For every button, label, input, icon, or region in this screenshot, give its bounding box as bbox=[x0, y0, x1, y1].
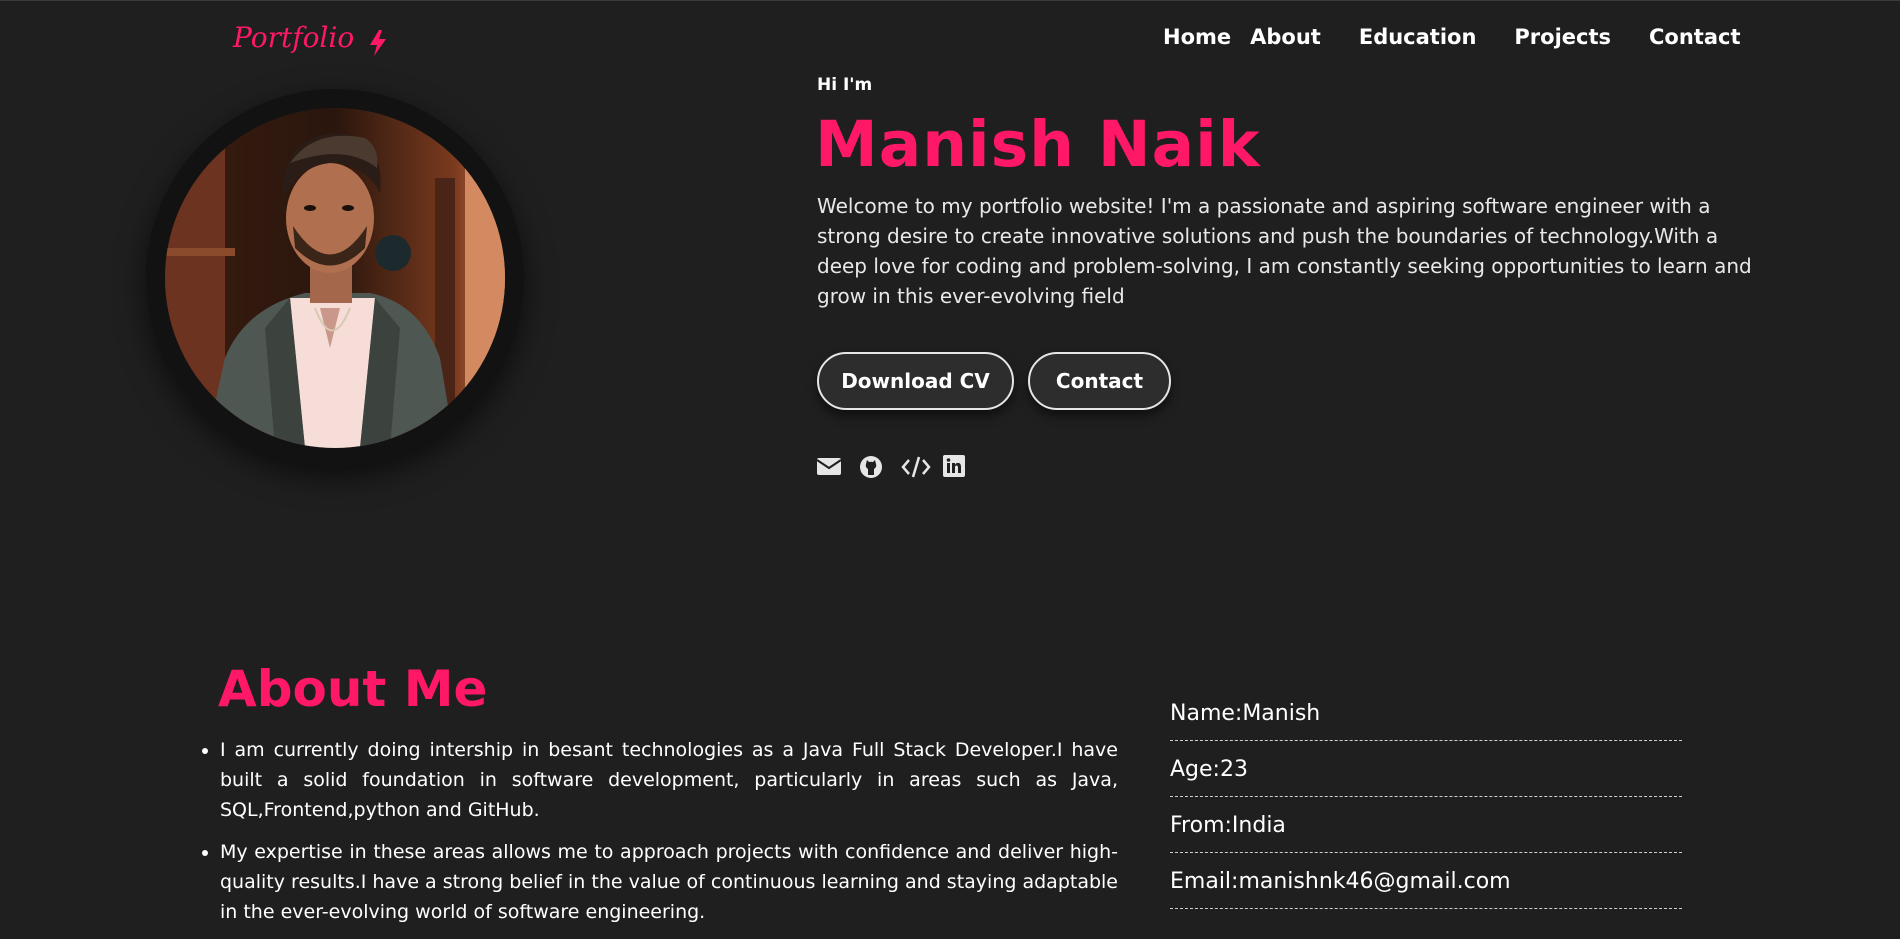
hero-greeting: Hi I'm bbox=[817, 75, 873, 95]
linkedin-icon[interactable] bbox=[943, 455, 969, 479]
profile-photo-frame bbox=[146, 89, 524, 467]
hero-intro: Welcome to my portfolio website! I'm a p… bbox=[817, 194, 1752, 308]
info-from: From:India bbox=[1170, 798, 1682, 853]
download-cv-button[interactable]: Download CV bbox=[817, 352, 1014, 410]
nav-about[interactable]: About bbox=[1250, 25, 1321, 49]
lightning-bolt-icon bbox=[370, 30, 387, 56]
profile-photo bbox=[165, 108, 505, 448]
list-item: My expertise in these areas allows me to… bbox=[220, 837, 1118, 927]
logo-text: Portfolio bbox=[233, 20, 355, 54]
personal-info: Name:Manish Age:23 From:India Email:mani… bbox=[1170, 686, 1682, 910]
list-item: I am currently doing intership in besant… bbox=[220, 735, 1118, 825]
code-icon[interactable] bbox=[901, 455, 931, 479]
info-age: Age:23 bbox=[1170, 742, 1682, 797]
top-border bbox=[0, 0, 1900, 1]
main-nav: Home About Education Projects Contact bbox=[1163, 25, 1741, 49]
nav-projects[interactable]: Projects bbox=[1514, 25, 1611, 49]
nav-contact[interactable]: Contact bbox=[1649, 25, 1741, 49]
about-title: About Me bbox=[218, 660, 488, 718]
logo[interactable]: Portfolio bbox=[233, 18, 388, 56]
nav-education[interactable]: Education bbox=[1359, 25, 1477, 49]
contact-button[interactable]: Contact bbox=[1028, 352, 1171, 410]
hero-name: Manish Naik bbox=[815, 108, 1261, 181]
github-icon[interactable] bbox=[859, 455, 885, 479]
info-email: Email:manishnk46@gmail.com bbox=[1170, 854, 1682, 909]
envelope-icon[interactable] bbox=[816, 455, 843, 479]
social-links bbox=[816, 455, 969, 479]
about-list: I am currently doing intership in besant… bbox=[198, 735, 1118, 939]
nav-home[interactable]: Home bbox=[1163, 25, 1231, 49]
info-name: Name:Manish bbox=[1170, 686, 1682, 741]
